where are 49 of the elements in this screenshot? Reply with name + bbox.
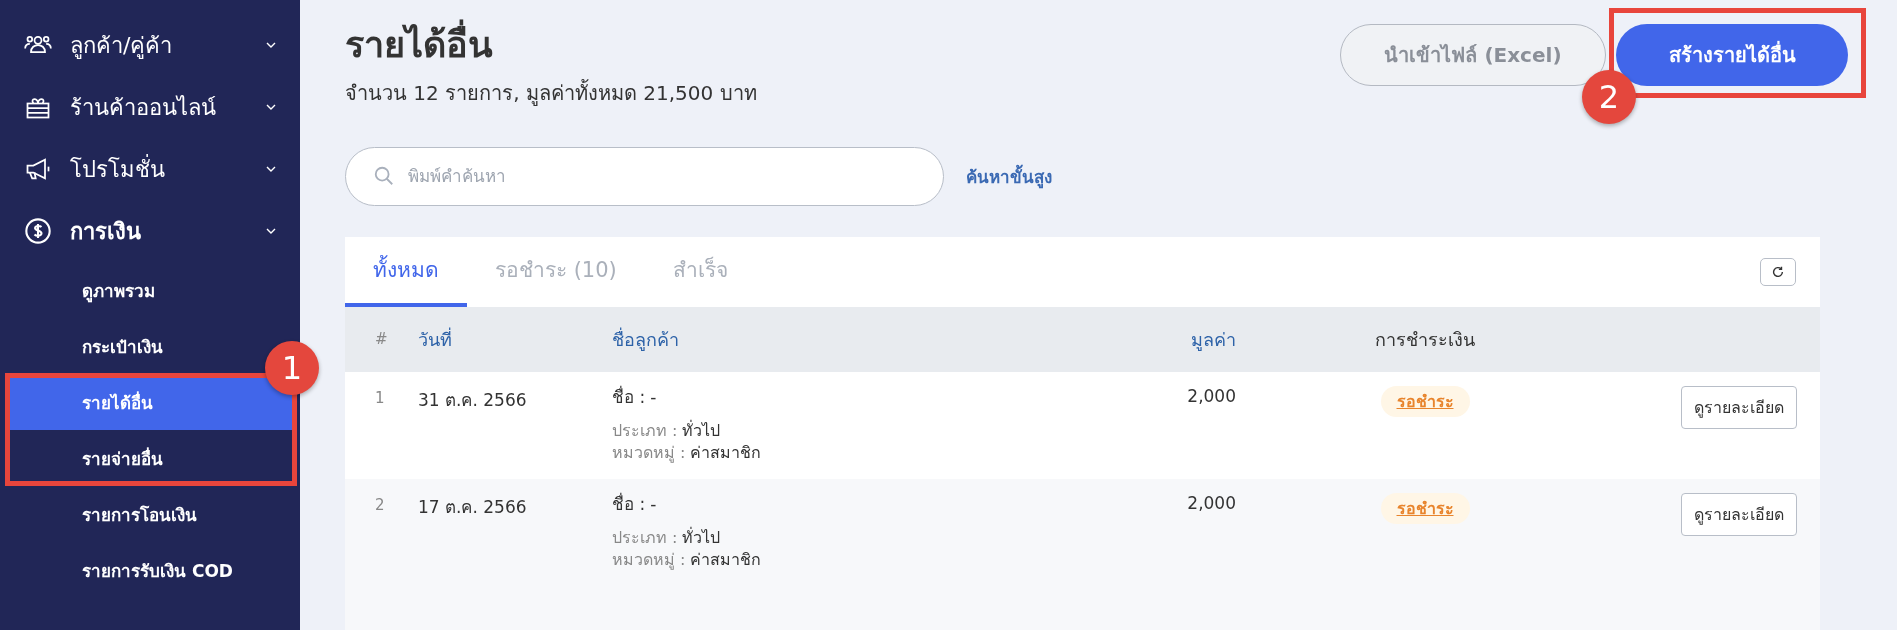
amount-cell-text: 2,000 (1186, 385, 1236, 406)
step-badge: 2 (1582, 70, 1636, 124)
chevron-down-icon (266, 166, 276, 172)
field-value: ทั่วไป (682, 420, 721, 440)
field-value: ค่าสมาชิก (690, 550, 762, 569)
chevron-down-icon (266, 228, 276, 234)
column-header: วันที่ (418, 326, 453, 352)
advanced-search-link[interactable]: ค้นหาขั้นสูง (966, 162, 1052, 190)
field-label: หมวดหมู่ : (612, 550, 686, 569)
field-value: - (650, 493, 657, 514)
row-number: 2 (375, 494, 386, 514)
sidebar-item[interactable]: ร้านค้าออนไลน์ (0, 76, 300, 138)
field-value: ค่าสมาชิก (690, 443, 762, 462)
field-label: ประเภท : (612, 420, 678, 440)
field-label: ชื่อ : (612, 386, 646, 407)
chevron-down-icon (266, 104, 276, 110)
amount-cell-text: 2,000 (1186, 492, 1236, 513)
column-header: การชำระเงิน (1374, 327, 1476, 352)
field-label: ชื่อ : (612, 493, 646, 514)
field-value: ทั่วไป (682, 527, 721, 547)
chevron-down-icon (266, 42, 276, 48)
step-badge: 1 (265, 341, 319, 395)
details-button[interactable]: ดูรายละเอียด (1681, 492, 1797, 536)
field-value: - (650, 386, 657, 407)
column-header: # (375, 330, 389, 349)
field-label: หมวดหมู่ : (612, 443, 686, 462)
sidebar-item[interactable]: โปรโมชั่น (0, 138, 300, 200)
megaphone-icon (24, 155, 52, 183)
sidebar-item[interactable]: การเงิน (0, 200, 300, 262)
field-label: ประเภท : (612, 527, 678, 547)
column-header: มูลค่า (1190, 327, 1236, 353)
details-button[interactable]: ดูรายละเอียด (1681, 385, 1797, 429)
search-field[interactable]: พิมพ์คำค้นหา (345, 146, 944, 206)
sidebar-item[interactable]: ลูกค้า/คู่ค้า (0, 14, 300, 76)
date-cell-text: 17 ต.ค. 2566 (418, 495, 528, 519)
sidebar-subitem[interactable]: รายจ่ายอื่น (8, 430, 260, 486)
row-number: 1 (375, 387, 386, 407)
dollar-coin-icon (24, 217, 52, 245)
sidebar-subitem[interactable]: ดูภาพรวม (8, 262, 260, 318)
sidebar-subitem[interactable]: รายการโอนเงิน (8, 486, 260, 542)
search-icon (373, 164, 395, 187)
refresh-button[interactable] (1760, 257, 1796, 286)
date-cell-text: 31 ต.ค. 2566 (418, 388, 528, 412)
refresh-icon (1771, 264, 1785, 279)
create-button[interactable]: สร้างรายได้อื่น (1616, 24, 1848, 86)
summary-text: จำนวน 12 รายการ, มูลค่าทั้งหมด 21,500 บาท (345, 78, 757, 108)
sidebar-subitem[interactable]: รายการรับเงิน COD (8, 542, 260, 598)
sidebar-subitem[interactable]: กระเป๋าเงิน (8, 318, 260, 374)
column-header: ชื่อลูกค้า (612, 326, 680, 353)
